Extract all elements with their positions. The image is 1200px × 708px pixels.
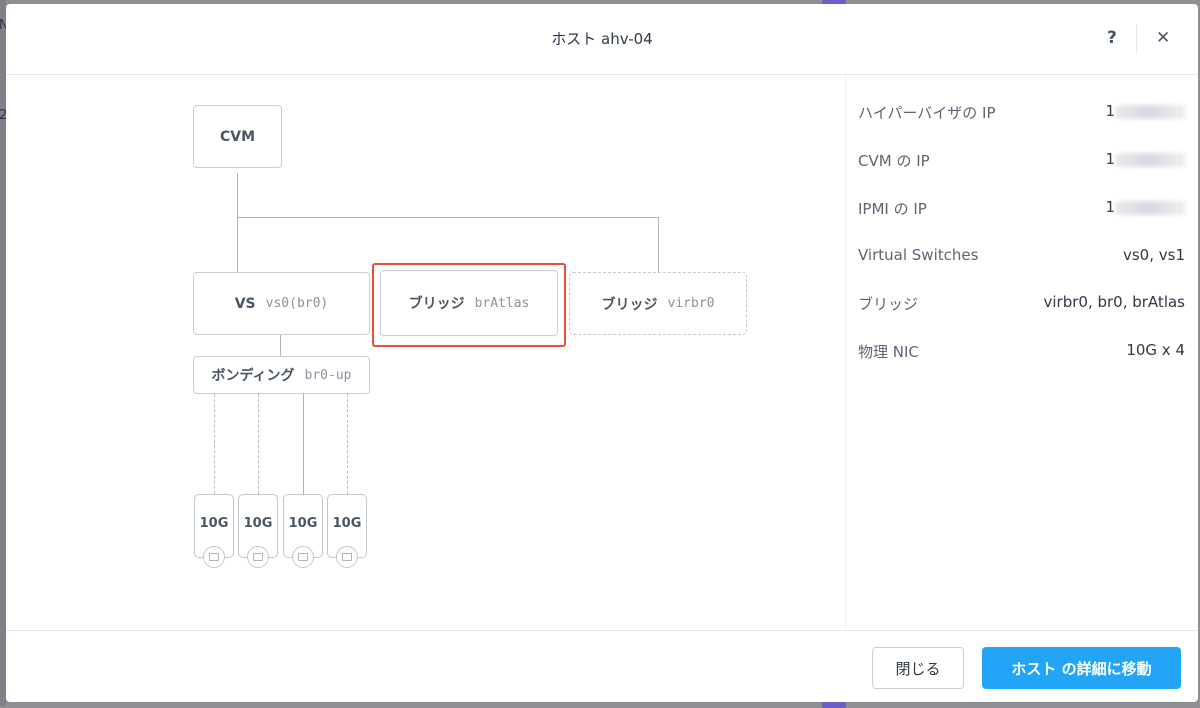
ethernet-port-icon bbox=[247, 546, 269, 568]
host-details-panel: ハイパーバイザの IP 1 CVM の IP 1 IPMI の IP 1 Vir… bbox=[845, 75, 1198, 629]
detail-key: ブリッジ bbox=[858, 295, 919, 313]
vs-sublabel: vs0(br0) bbox=[265, 296, 329, 311]
nic-card[interactable]: 10G bbox=[283, 494, 323, 568]
connector-line bbox=[280, 335, 281, 356]
nic-speed-label: 10G bbox=[243, 516, 273, 531]
connector-line bbox=[658, 217, 659, 272]
dialog-header: ホスト ahv-04 ? ✕ bbox=[6, 4, 1198, 75]
bond-sublabel: br0-up bbox=[304, 367, 352, 383]
bridge-sublabel: virbr0 bbox=[667, 296, 715, 311]
cvm-node[interactable]: CVM bbox=[193, 105, 282, 168]
vs-node[interactable]: VS vs0(br0) bbox=[193, 272, 370, 335]
bond-label: ボンディング bbox=[211, 368, 295, 384]
bridge-label: ブリッジ bbox=[601, 296, 658, 313]
detail-key: IPMI の IP bbox=[858, 200, 927, 218]
detail-key: CVM の IP bbox=[858, 152, 930, 170]
detail-value: 10G x 4 bbox=[1126, 341, 1185, 359]
ethernet-port-icon bbox=[203, 546, 225, 568]
bond-node[interactable]: ボンディング br0-up bbox=[193, 356, 370, 394]
detail-row: ハイパーバイザの IP 1 bbox=[846, 102, 1198, 122]
ethernet-port-icon bbox=[292, 546, 314, 568]
nic-speed-label: 10G bbox=[332, 516, 362, 531]
detail-key: Virtual Switches bbox=[858, 246, 979, 264]
connector-line bbox=[303, 394, 304, 494]
ethernet-port-icon bbox=[336, 546, 358, 568]
connector-dashed bbox=[258, 394, 259, 494]
vs-label: VS bbox=[234, 295, 256, 312]
detail-row: Virtual Switches vs0, vs1 bbox=[846, 246, 1198, 266]
detail-key: 物理 NIC bbox=[858, 343, 919, 361]
cvm-label: CVM bbox=[219, 128, 256, 145]
nic-card[interactable]: 10G bbox=[327, 494, 367, 568]
close-icon[interactable]: ✕ bbox=[1156, 28, 1170, 48]
dialog-footer: 閉じる ホスト の詳細に移動 bbox=[6, 630, 1198, 702]
go-to-host-details-button[interactable]: ホスト の詳細に移動 bbox=[982, 647, 1181, 689]
detail-value: 1 bbox=[1105, 198, 1185, 216]
detail-value: virbr0, br0, brAtlas bbox=[1043, 293, 1186, 311]
connector-line bbox=[237, 217, 659, 218]
connector-dashed bbox=[347, 394, 348, 494]
detail-value: 1 bbox=[1105, 102, 1185, 120]
header-divider bbox=[1136, 24, 1137, 54]
connector-line bbox=[237, 173, 238, 272]
close-button[interactable]: 閉じる bbox=[872, 647, 964, 689]
detail-row: ブリッジ virbr0, br0, brAtlas bbox=[846, 293, 1198, 313]
help-button[interactable]: ? bbox=[1107, 28, 1117, 48]
host-dialog: ホスト ahv-04 ? ✕ CVM VS vs0(br0) ブリッジ brAt… bbox=[6, 4, 1198, 702]
detail-value: vs0, vs1 bbox=[1122, 246, 1185, 264]
detail-row: IPMI の IP 1 bbox=[846, 198, 1198, 218]
dialog-title: ホスト ahv-04 bbox=[551, 30, 653, 48]
nic-card[interactable]: 10G bbox=[238, 494, 278, 568]
bridge-node-virbr0[interactable]: ブリッジ virbr0 bbox=[569, 272, 747, 335]
connector-dashed bbox=[214, 394, 215, 494]
bridge-node-bratlas[interactable]: ブリッジ brAtlas bbox=[380, 270, 558, 336]
bridge-sublabel: brAtlas bbox=[474, 295, 530, 311]
background-accent bbox=[822, 702, 846, 708]
nic-speed-label: 10G bbox=[199, 516, 229, 531]
network-diagram: CVM VS vs0(br0) ブリッジ brAtlas ブリッジ virbr0… bbox=[6, 75, 844, 629]
nic-card[interactable]: 10G bbox=[194, 494, 234, 568]
detail-value: 1 bbox=[1105, 150, 1185, 168]
bridge-label: ブリッジ bbox=[408, 296, 465, 312]
detail-key: ハイパーバイザの IP bbox=[858, 104, 996, 122]
nic-speed-label: 10G bbox=[288, 516, 318, 531]
detail-row: CVM の IP 1 bbox=[846, 150, 1198, 170]
detail-row: 物理 NIC 10G x 4 bbox=[846, 341, 1198, 361]
